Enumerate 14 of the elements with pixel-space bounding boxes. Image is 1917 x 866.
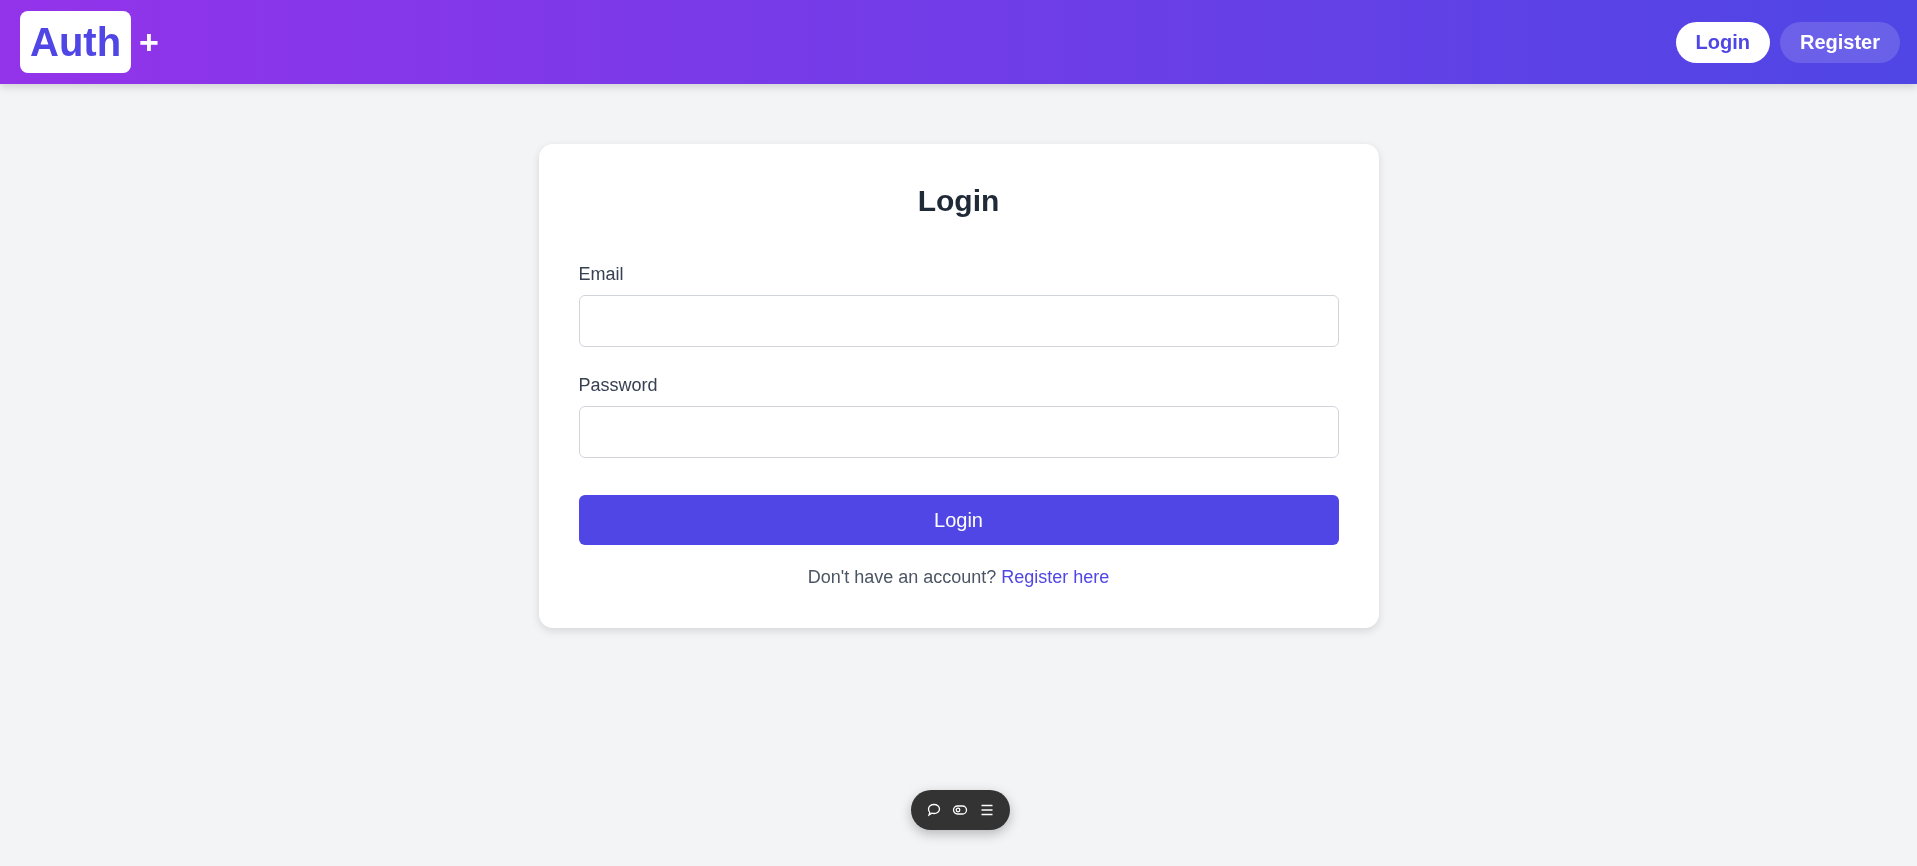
field-label: Password <box>578 375 658 396</box>
logo[interactable]: Auth <box>20 11 132 73</box>
field-label: Email <box>578 264 624 285</box>
input-field[interactable] <box>578 406 1339 458</box>
comment-icon[interactable] <box>926 802 943 818</box>
nav-button[interactable]: Register <box>1779 21 1900 63</box>
logo-mark: + <box>139 22 159 62</box>
footer-text: Don't have an account? <box>807 567 997 587</box>
toggle-icon[interactable] <box>952 802 969 818</box>
input-field[interactable] <box>578 295 1339 347</box>
register-link[interactable]: Register here <box>1001 567 1110 587</box>
nav-button[interactable]: Login <box>1675 21 1770 63</box>
form-title: Login <box>917 184 1000 218</box>
submit-button[interactable]: Login <box>578 495 1339 545</box>
